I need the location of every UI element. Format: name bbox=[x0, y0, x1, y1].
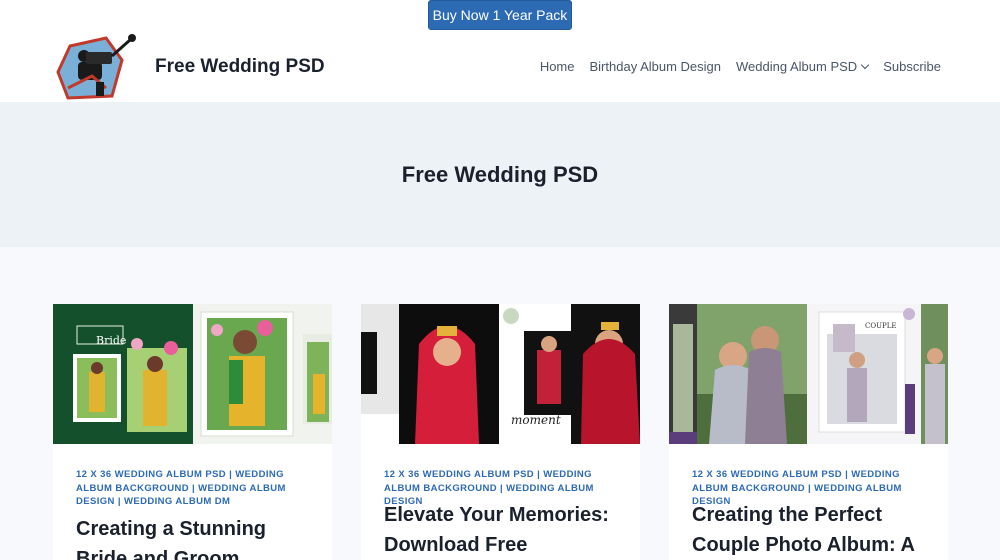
site-logo[interactable] bbox=[56, 32, 140, 102]
page-title: Free Wedding PSD bbox=[401, 162, 599, 187]
buy-now-button[interactable]: Buy Now 1 Year Pack bbox=[428, 0, 572, 30]
post-card: Bride 12 X 36 Wedding Album PSD | Weddin… bbox=[53, 304, 332, 560]
top-bar: Buy Now 1 Year Pack bbox=[0, 0, 1000, 32]
moment-label: moment bbox=[511, 413, 561, 427]
nav-wedding-album-psd[interactable]: Wedding Album PSD bbox=[736, 59, 870, 74]
post-card: COUPLE 12 X 36 Wedding Album PSD | Weddi… bbox=[669, 304, 948, 560]
post-categories: 12 X 36 Wedding Album PSD | Wedding Albu… bbox=[76, 469, 286, 507]
nav-label: Subscribe bbox=[883, 59, 941, 74]
chevron-down-icon bbox=[860, 60, 870, 69]
camera-man-logo-icon bbox=[56, 34, 136, 100]
category-link[interactable]: 12 X 36 Wedding Album PSD bbox=[692, 469, 842, 480]
couple-label: COUPLE bbox=[865, 322, 896, 330]
post-title[interactable]: Elevate Your Memories: Download Free bbox=[384, 500, 629, 560]
category-link[interactable]: 12 X 36 Wedding Album PSD bbox=[384, 469, 534, 480]
nav-label: Wedding Album PSD bbox=[736, 59, 858, 74]
category-link[interactable]: 12 X 36 Wedding Album PSD bbox=[76, 469, 226, 480]
post-thumbnail[interactable]: Bride bbox=[53, 304, 332, 444]
site-header: Free Wedding PSD Home Birthday Album Des… bbox=[0, 32, 1000, 102]
post-title[interactable]: Creating a Stunning Bride and Groom bbox=[76, 514, 321, 560]
nav-subscribe[interactable]: Subscribe bbox=[883, 59, 941, 74]
nav-label: Birthday Album Design bbox=[589, 59, 722, 74]
bride-label: Bride bbox=[96, 334, 126, 347]
category-link[interactable]: Wedding Album DM bbox=[124, 496, 230, 507]
post-title[interactable]: Creating the Perfect Couple Photo Album:… bbox=[692, 500, 937, 560]
nav-home[interactable]: Home bbox=[540, 59, 575, 74]
site-title[interactable]: Free Wedding PSD bbox=[155, 56, 325, 78]
archive-hero: Free Wedding PSD bbox=[0, 102, 1000, 247]
nav-label: Home bbox=[539, 59, 575, 74]
main-nav: Home Birthday Album Design Wedding Album… bbox=[540, 59, 941, 74]
post-card: moment 12 X 36 Wedding Album PSD | Weddi… bbox=[361, 304, 640, 560]
nav-birthday-album-design[interactable]: Birthday Album Design bbox=[590, 59, 722, 74]
post-thumbnail[interactable]: moment bbox=[361, 304, 640, 444]
post-thumbnail[interactable]: COUPLE bbox=[669, 304, 948, 444]
